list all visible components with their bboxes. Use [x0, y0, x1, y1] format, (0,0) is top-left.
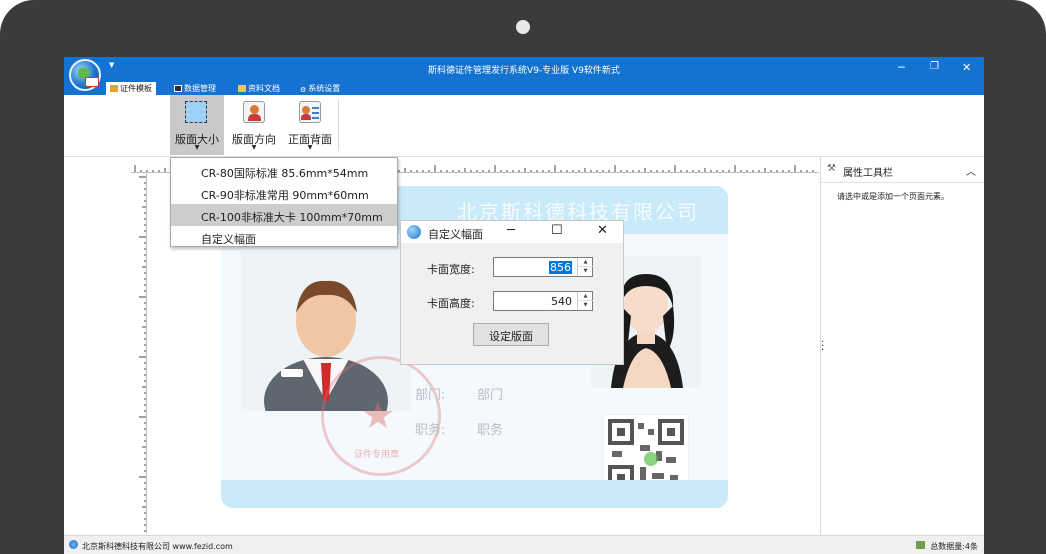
status-company: 北京斯科德科技有限公司 www.fezid.com [82, 542, 233, 551]
front-back-button[interactable]: 正面背面 ▼ [282, 95, 338, 155]
tab-docs[interactable]: 资料文档 [234, 82, 284, 95]
status-bar: 北京斯科德科技有限公司 www.fezid.com 总数据量:4条 [64, 535, 984, 554]
chevron-down-icon: ▼ [194, 144, 200, 151]
card-sides-icon [299, 101, 321, 123]
restore-button[interactable]: ❐ [930, 61, 939, 72]
page-size-icon [185, 101, 207, 123]
quick-access-arrow-icon[interactable]: ▼ [109, 61, 114, 69]
width-value[interactable]: 856 [549, 261, 572, 274]
properties-panel: ⚒ 属性工具栏 ︿ 请选中或是添加一个页面元素。 · · · [820, 157, 984, 535]
dropdown-item-cr100[interactable]: CR-100非标准大卡 100mm*70mm [171, 204, 397, 226]
tab-label: 证件模板 [120, 84, 152, 93]
chevron-down-icon: ▼ [251, 144, 257, 151]
dept-label[interactable]: 部门: [415, 384, 445, 403]
person-body-shape [301, 114, 311, 120]
width-label: 卡面宽度: [427, 263, 475, 276]
layout-size-button[interactable]: 版面大小 ▼ [170, 95, 224, 155]
height-down-icon[interactable]: ▼ [578, 301, 593, 310]
camera-dot [516, 20, 530, 34]
dept-value[interactable]: 部门 [477, 384, 503, 403]
tab-settings[interactable]: ⚙ 系统设置 [296, 82, 344, 95]
dialog-maximize-button[interactable]: ☐ [551, 223, 563, 238]
ribbon-tab-bar: 证件模板 数据管理 资料文档 ⚙ 系统设置 [64, 81, 984, 95]
person-body-shape [248, 114, 261, 121]
folder-icon [238, 85, 246, 92]
text-line-shape [312, 117, 319, 119]
tab-data[interactable]: 数据管理 [170, 82, 220, 95]
app-globe-icon [407, 225, 421, 239]
dropdown-item-custom[interactable]: 自定义幅面 [171, 226, 397, 248]
app-logo-icon[interactable] [69, 59, 101, 91]
tools-icon: ⚒ [827, 163, 836, 174]
height-label: 卡面高度: [427, 297, 475, 310]
person-head-shape [302, 106, 310, 114]
collapse-panel-button[interactable]: ︿ [966, 163, 976, 178]
height-value[interactable]: 540 [551, 295, 572, 308]
pencil-icon [110, 85, 118, 92]
window-title: 斯科德证件管理发行系统V9-专业版 V9软件新式 [428, 66, 620, 76]
title-label[interactable]: 职务: [415, 419, 445, 438]
status-record-count: 总数据量:4条 [930, 542, 978, 551]
text-line-shape [312, 107, 319, 109]
star-icon: ★ [361, 393, 396, 437]
title-bar: 斯科德证件管理发行系统V9-专业版 V9软件新式 ─ ❐ ✕ [64, 57, 984, 81]
width-stepper[interactable]: 856 ▲ ▼ [493, 257, 593, 277]
dropdown-item-cr90[interactable]: CR-90非标准常用 90mm*60mm [171, 182, 397, 204]
height-up-icon[interactable]: ▲ [578, 292, 593, 301]
dropdown-item-cr80[interactable]: CR-80国际标准 85.6mm*54mm [171, 160, 397, 182]
laptop-bezel: 斯科德证件管理发行系统V9-专业版 V9软件新式 ─ ❐ ✕ 证件模板 数据管理… [0, 0, 1046, 554]
vertical-ruler [131, 173, 147, 533]
seal-text: 证件专用章 [354, 450, 400, 460]
ribbon-panel: 版面大小 ▼ 版面方向 ▼ 正面背面 ▼ [64, 95, 984, 157]
id-card-shape [85, 77, 99, 87]
dialog-title: 自定义幅面 [428, 228, 483, 241]
layout-orientation-button[interactable]: 版面方向 ▼ [226, 95, 282, 155]
chevron-down-icon: ▼ [307, 144, 313, 151]
ribbon-separator [338, 99, 339, 151]
properties-header: ⚒ 属性工具栏 ︿ [821, 157, 984, 183]
tab-label: 系统设置 [308, 84, 341, 93]
splitter-handle[interactable]: · · · [821, 338, 824, 356]
height-stepper-arrows: ▲ ▼ [577, 292, 593, 310]
tab-label: 数据管理 [184, 84, 216, 93]
close-button[interactable]: ✕ [962, 61, 971, 74]
dialog-title-bar[interactable]: 自定义幅面 ─ ☐ ✕ [401, 221, 623, 243]
grid-icon [174, 85, 182, 92]
gear-icon: ⚙ [300, 86, 307, 94]
custom-size-dialog: 自定义幅面 ─ ☐ ✕ 卡面宽度: 856 ▲ ▼ 卡面高度: 540 ▲ ▼ [400, 220, 624, 365]
database-icon [916, 541, 925, 549]
card-footer-band [221, 480, 728, 508]
properties-hint: 请选中或是添加一个页面元素。 [837, 192, 949, 201]
properties-title: 属性工具栏 [843, 168, 893, 179]
title-value[interactable]: 职务 [477, 419, 503, 438]
text-line-shape [312, 112, 319, 114]
minimize-button[interactable]: ─ [898, 61, 905, 74]
official-seal: ★ 证件专用章 [321, 356, 441, 476]
tab-label: 资料文档 [248, 84, 280, 93]
tab-template[interactable]: 证件模板 [106, 82, 156, 95]
width-up-icon[interactable]: ▲ [578, 258, 593, 267]
height-stepper[interactable]: 540 ▲ ▼ [493, 291, 593, 311]
person-card-icon [243, 101, 265, 123]
person-head-shape [250, 105, 259, 114]
app-window: 斯科德证件管理发行系统V9-专业版 V9软件新式 ─ ❐ ✕ 证件模板 数据管理… [64, 57, 984, 554]
globe-icon [69, 540, 78, 549]
dialog-close-button[interactable]: ✕ [597, 223, 608, 238]
set-layout-button[interactable]: 设定版面 [473, 323, 549, 346]
layout-size-dropdown: CR-80国际标准 85.6mm*54mm CR-90非标准常用 90mm*60… [170, 157, 398, 247]
dialog-minimize-button[interactable]: ─ [507, 223, 515, 238]
width-down-icon[interactable]: ▼ [578, 267, 593, 276]
width-stepper-arrows: ▲ ▼ [577, 258, 593, 276]
